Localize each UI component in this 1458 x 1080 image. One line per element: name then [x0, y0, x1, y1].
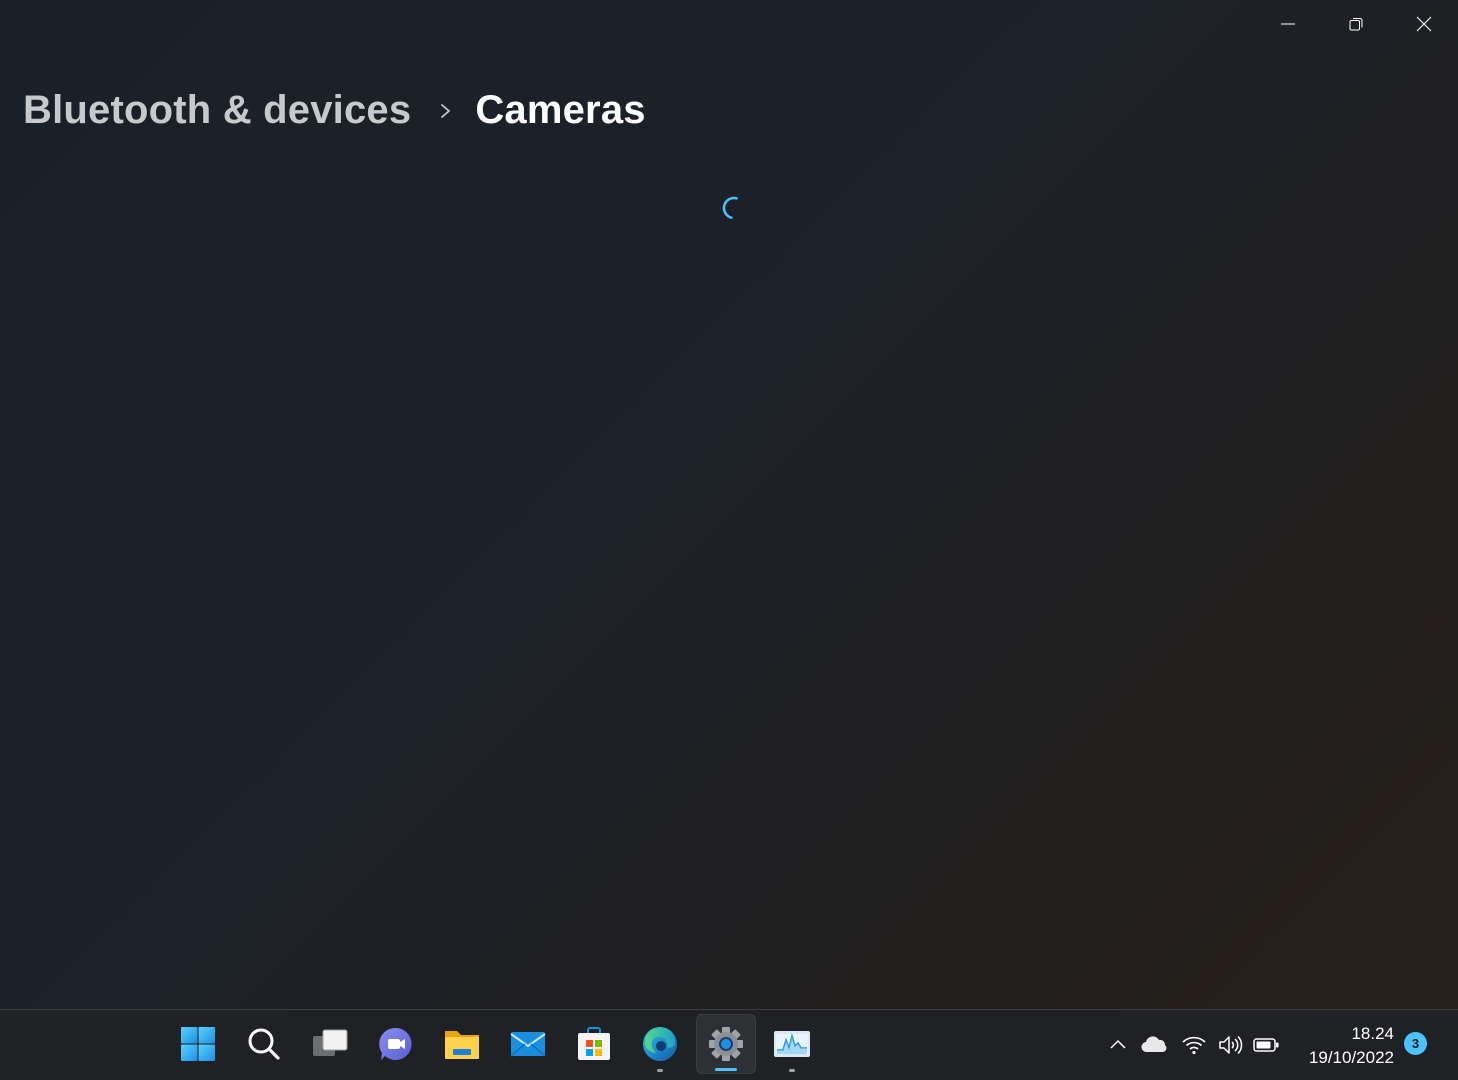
search-icon — [248, 1028, 280, 1060]
clock-time: 18.24 — [1351, 1024, 1394, 1043]
taskbar-start-button[interactable] — [168, 1014, 228, 1074]
taskbar-settings-button[interactable] — [696, 1014, 756, 1074]
taskbar-store-button[interactable] — [564, 1014, 624, 1074]
taskbar: 18.24 19/10/2022 — [0, 1009, 1458, 1080]
folder-icon — [445, 1031, 479, 1059]
clock-date: 19/10/2022 — [1308, 1048, 1394, 1067]
task-manager-icon — [774, 1031, 810, 1057]
running-indicator — [789, 1069, 795, 1072]
taskbar-edge-button[interactable] — [630, 1014, 690, 1074]
caption-controls — [1254, 0, 1458, 48]
taskbar-task-view-button[interactable] — [300, 1014, 360, 1074]
battery-icon — [1253, 1038, 1279, 1052]
taskbar-search-button[interactable] — [234, 1014, 294, 1074]
chevron-up-icon — [1110, 1039, 1126, 1049]
taskbar-task-manager-button[interactable] — [762, 1014, 822, 1074]
restore-button[interactable] — [1322, 0, 1390, 48]
network-tray-button[interactable] — [1176, 1027, 1212, 1063]
loading-spinner-icon — [722, 196, 738, 219]
wifi-icon — [1182, 1036, 1206, 1055]
system-tray — [1100, 1010, 1284, 1080]
minimize-icon — [1281, 23, 1295, 25]
task-view-icon — [313, 1029, 348, 1056]
taskbar-chat-button[interactable] — [366, 1014, 426, 1074]
breadcrumb-parent-link[interactable]: Bluetooth & devices — [23, 88, 411, 133]
windows-logo-icon — [181, 1027, 215, 1061]
battery-tray-button[interactable] — [1248, 1027, 1284, 1063]
onedrive-cloud-icon — [1141, 1036, 1167, 1053]
close-icon — [1416, 16, 1432, 32]
volume-tray-button[interactable] — [1212, 1027, 1248, 1063]
running-indicator — [657, 1069, 663, 1072]
settings-window: Bluetooth & devices Cameras — [0, 0, 1458, 1009]
notification-count-badge[interactable]: 3 — [1404, 1032, 1427, 1055]
chevron-right-icon — [439, 102, 453, 120]
breadcrumb: Bluetooth & devices Cameras — [23, 88, 646, 133]
store-icon — [578, 1027, 610, 1060]
onedrive-tray-button[interactable] — [1136, 1027, 1172, 1063]
edge-icon — [643, 1026, 677, 1061]
mail-icon — [510, 1032, 546, 1057]
active-indicator — [715, 1068, 737, 1071]
close-button[interactable] — [1390, 0, 1458, 48]
minimize-button[interactable] — [1254, 0, 1322, 48]
page-title: Cameras — [475, 88, 646, 132]
volume-icon — [1219, 1035, 1243, 1055]
gear-icon — [709, 1027, 743, 1061]
taskbar-apps — [168, 1014, 822, 1076]
taskbar-mail-button[interactable] — [498, 1014, 558, 1074]
taskbar-file-explorer-button[interactable] — [432, 1014, 492, 1074]
clock-button[interactable]: 18.24 19/10/2022 — [1296, 1022, 1394, 1070]
teams-chat-icon — [379, 1027, 412, 1060]
show-hidden-icons-button[interactable] — [1100, 1027, 1136, 1063]
restore-icon — [1349, 18, 1363, 31]
